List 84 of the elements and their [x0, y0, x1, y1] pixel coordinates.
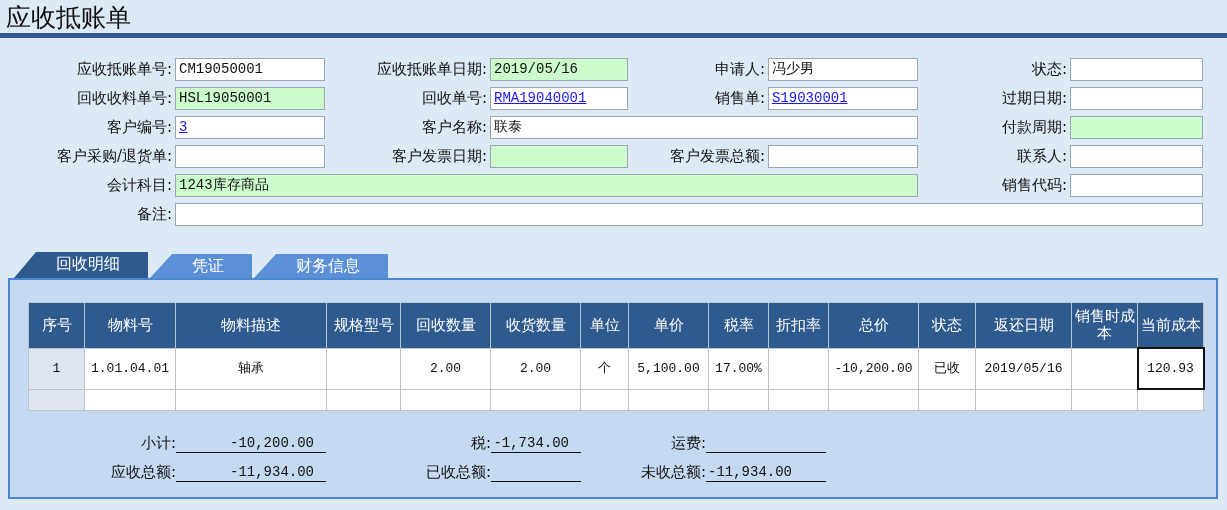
input-field[interactable]: 联泰	[490, 116, 918, 139]
column-header: 销售时成本	[1071, 302, 1138, 348]
field-label: 付款周期:	[1000, 117, 1068, 138]
page-title: 应收抵账单	[5, 2, 132, 33]
field-label: 客户发票总额:	[668, 146, 766, 167]
field-label: 客户名称:	[420, 117, 488, 138]
link[interactable]: S19030001	[772, 90, 848, 106]
input-field[interactable]	[1070, 145, 1203, 168]
field-value: HSL19050001	[179, 90, 272, 106]
field-value: 2019/05/16	[494, 61, 578, 77]
table-cell: 2.00	[400, 348, 491, 389]
total-label: 税:	[469, 434, 491, 453]
column-header: 序号	[28, 302, 85, 348]
column-header: 当前成本	[1137, 302, 1204, 348]
table-cell: 轴承	[175, 348, 327, 389]
column-header: 折扣率	[768, 302, 829, 348]
input-field[interactable]	[490, 145, 628, 168]
table-cell: 1.01.04.01	[84, 348, 176, 389]
column-header: 单价	[628, 302, 709, 348]
input-field[interactable]: CM19050001	[175, 58, 325, 81]
input-field[interactable]: 3	[175, 116, 325, 139]
field-label: 客户编号:	[105, 117, 173, 138]
field-label: 会计科目:	[105, 175, 173, 196]
table-cell: 17.00%	[708, 348, 769, 389]
field-label: 状态:	[1030, 59, 1068, 80]
input-field[interactable]	[175, 145, 325, 168]
field-label: 应收抵账单日期:	[375, 59, 488, 80]
total-label: 未收总额:	[639, 463, 706, 482]
column-header: 税率	[708, 302, 769, 348]
table-cell: 2019/05/16	[975, 348, 1072, 389]
column-header: 总价	[828, 302, 919, 348]
column-header: 物料号	[84, 302, 176, 348]
total-value: -1,734.00	[491, 434, 581, 453]
field-label: 过期日期:	[1000, 88, 1068, 109]
input-field[interactable]	[175, 203, 1203, 226]
column-header: 单位	[580, 302, 629, 348]
input-field[interactable]	[1070, 87, 1203, 110]
table-cell: 已收	[918, 348, 976, 389]
field-label: 回收收料单号:	[75, 88, 173, 109]
table-cell: 1	[28, 348, 85, 389]
input-field[interactable]	[1070, 174, 1203, 197]
table-cell: 5,100.00	[628, 348, 709, 389]
tab[interactable]: 回收明细	[14, 252, 148, 278]
input-field[interactable]	[1070, 58, 1203, 81]
total-label: 应收总额:	[109, 463, 176, 482]
total-label: 已收总额:	[424, 463, 491, 482]
total-value: -11,934.00	[176, 463, 326, 482]
total-label: 小计:	[139, 434, 176, 453]
field-label: 销售单:	[713, 88, 766, 109]
input-field[interactable]: 1243库存商品	[175, 174, 918, 197]
link[interactable]: RMA19040001	[494, 90, 587, 106]
field-label: 客户采购/退货单:	[55, 146, 173, 167]
field-value: CM19050001	[179, 61, 263, 77]
table-cell: 个	[580, 348, 629, 389]
column-header: 收货数量	[490, 302, 581, 348]
field-label: 销售代码:	[1000, 175, 1068, 196]
link[interactable]: 3	[179, 119, 188, 135]
input-field[interactable]	[768, 145, 918, 168]
field-value: 冯少男	[772, 61, 814, 77]
column-header: 返还日期	[975, 302, 1072, 348]
input-field[interactable]	[1070, 116, 1203, 139]
input-field[interactable]: S19030001	[768, 87, 918, 110]
field-label: 申请人:	[713, 59, 766, 80]
total-value: -11,934.00	[706, 463, 826, 482]
field-label: 联系人:	[1015, 146, 1068, 167]
input-field[interactable]: HSL19050001	[175, 87, 325, 110]
table-cell: 120.93	[1137, 348, 1204, 389]
total-label: 运费:	[669, 434, 706, 453]
table-cell: 2.00	[490, 348, 581, 389]
column-header: 状态	[918, 302, 976, 348]
field-label: 应收抵账单号:	[75, 59, 173, 80]
field-value: 联泰	[494, 119, 522, 135]
input-field[interactable]: 2019/05/16	[490, 58, 628, 81]
field-label: 回收单号:	[420, 88, 488, 109]
total-value: -10,200.00	[176, 434, 326, 453]
field-label: 备注:	[135, 204, 173, 225]
table-cell: -10,200.00	[828, 348, 919, 389]
input-field[interactable]: RMA19040001	[490, 87, 628, 110]
field-value: 1243库存商品	[179, 177, 269, 193]
field-label: 客户发票日期:	[390, 146, 488, 167]
input-field[interactable]: 冯少男	[768, 58, 918, 81]
column-header: 物料描述	[175, 302, 327, 348]
column-header: 规格型号	[326, 302, 401, 348]
column-header: 回收数量	[400, 302, 491, 348]
